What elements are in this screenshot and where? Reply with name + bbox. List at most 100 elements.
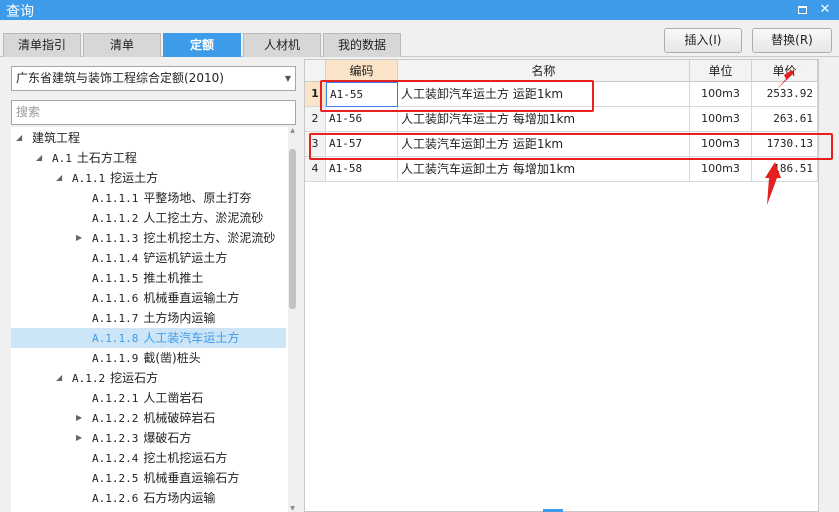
cell-unit[interactable]: 100m3 — [690, 157, 752, 182]
tree-item-text: 人工挖土方、淤泥流砂 — [143, 211, 264, 225]
tree-item[interactable]: A.1.2.6 石方场内运输 — [11, 488, 286, 508]
expanded-triangle-icon[interactable]: ◢ — [56, 368, 66, 388]
tree-item-code: A.1.1.7 — [92, 312, 139, 325]
tree-item[interactable]: ◢ A.1.1 挖运土方 — [11, 168, 286, 188]
cell-price[interactable]: 263.61 — [752, 107, 818, 132]
scroll-down-icon[interactable]: ▼ — [288, 505, 297, 512]
collapsed-triangle-icon[interactable]: ▶ — [76, 408, 86, 428]
close-icon[interactable]: ✕ — [815, 0, 835, 20]
tree-item-code: A.1.2.1 — [92, 392, 139, 405]
tab-bill[interactable]: 清单 — [83, 33, 161, 57]
tree-item-code: A.1.1.1 — [92, 192, 139, 205]
tree-item[interactable]: A.1.1.7 土方场内运输 — [11, 308, 286, 328]
tree-item-label: A.1.1.6 机械垂直运输土方 — [92, 288, 239, 309]
window-title: 查询 — [6, 4, 34, 20]
quota-tree: ◢ 建筑工程 ◢ A.1 土石方工程 ◢ A.1.1 挖运土方 A.1.1.1 平整场地、原土打夯… — [11, 127, 288, 512]
library-select-value: 广东省建筑与装饰工程综合定额(2010) — [16, 71, 224, 85]
tree-item-code: A.1.1.4 — [92, 252, 139, 265]
cell-unit[interactable]: 100m3 — [690, 82, 752, 107]
tree-item-code: A.1.2 — [72, 372, 106, 385]
tree-item-label: A.1 土石方工程 — [52, 148, 137, 169]
collapsed-triangle-icon[interactable]: ▶ — [76, 428, 86, 448]
tree-item-text: 截(凿)桩头 — [143, 351, 201, 365]
insert-button[interactable]: 插入(I) — [664, 28, 742, 53]
column-header-index — [305, 60, 326, 82]
tree-item[interactable]: A.1.1.4 铲运机铲运土方 — [11, 248, 286, 268]
chevron-down-icon[interactable]: ▼ — [285, 67, 291, 90]
replace-button[interactable]: 替换(R) — [752, 28, 832, 53]
tab-my-data[interactable]: 我的数据 — [323, 33, 401, 57]
tree-item-code: A.1.2.3 — [92, 432, 139, 445]
tree-item-text: 土石方工程 — [76, 151, 137, 165]
cell-name[interactable]: 人工装汽车运卸土方 每增加1km — [398, 157, 690, 182]
cell-price[interactable]: 186.51 — [752, 157, 818, 182]
tree-item[interactable]: ◢ A.1 土石方工程 — [11, 148, 286, 168]
tree-item-label: A.1.1.2 人工挖土方、淤泥流砂 — [92, 208, 263, 229]
tree-item-label: A.1.1.7 土方场内运输 — [92, 308, 215, 329]
column-header-code[interactable]: 编码 — [326, 60, 398, 82]
tab-bill-guide[interactable]: 清单指引 — [3, 33, 81, 57]
tree-item[interactable]: ▶ A.1.1.3 挖土机挖土方、淤泥流砂 — [11, 228, 286, 248]
tree-item-code: A.1.1.5 — [92, 272, 139, 285]
expanded-triangle-icon[interactable]: ◢ — [56, 168, 66, 188]
column-header-name[interactable]: 名称 — [398, 60, 690, 82]
tree-item-text: 建筑工程 — [32, 131, 81, 145]
tree-item[interactable]: A.1.2.5 机械垂直运输石方 — [11, 468, 286, 488]
tree-item[interactable]: A.1.1.2 人工挖土方、淤泥流砂 — [11, 208, 286, 228]
tree-item-code: A.1.1.9 — [92, 352, 139, 365]
cell-unit[interactable]: 100m3 — [690, 107, 752, 132]
annotation-box-row-1 — [320, 80, 594, 112]
tree-item[interactable]: A.1.1.6 机械垂直运输土方 — [11, 288, 286, 308]
tree-item-text: 爆破石方 — [143, 431, 192, 445]
tree-item-text: 铲运机铲运土方 — [143, 251, 228, 265]
tree-item-text: 石方场内运输 — [143, 491, 216, 505]
tree-item-label: A.1.1.3 挖土机挖土方、淤泥流砂 — [92, 228, 275, 249]
tree-item-code: A.1 — [52, 152, 72, 165]
tree-item-label: A.1.1.5 推土机推土 — [92, 268, 203, 289]
column-header-price[interactable]: 单价 — [752, 60, 818, 82]
column-header-unit[interactable]: 单位 — [690, 60, 752, 82]
expanded-triangle-icon[interactable]: ◢ — [16, 128, 26, 148]
expanded-triangle-icon[interactable]: ◢ — [36, 148, 46, 168]
tree-item-text: 挖土机挖土方、淤泥流砂 — [143, 231, 276, 245]
cell-price[interactable]: 2533.92 — [752, 82, 818, 107]
tree-item-code: A.1.1 — [72, 172, 106, 185]
collapsed-triangle-icon[interactable]: ▶ — [76, 228, 86, 248]
cell-code[interactable]: A1-58 — [326, 157, 398, 182]
tree-item-label: A.1.1.4 铲运机铲运土方 — [92, 248, 227, 269]
tree-item[interactable]: ▶ A.1.2.2 机械破碎岩石 — [11, 408, 286, 428]
tree-item[interactable]: A.1.1.1 平整场地、原土打夯 — [11, 188, 286, 208]
tree-item[interactable]: A.1.2.1 人工凿岩石 — [11, 388, 286, 408]
search-input[interactable]: 搜索 — [11, 100, 296, 125]
tree-item[interactable]: ◢ A.1.2 挖运石方 — [11, 368, 286, 388]
tree-item-label: A.1.1.8 人工装汽车运土方 — [92, 328, 239, 349]
tree-item-label: A.1.1.9 截(凿)桩头 — [92, 348, 201, 369]
row-index[interactable]: 4 — [305, 157, 326, 182]
tree-item[interactable]: A.1.1.8 人工装汽车运土方 — [11, 328, 286, 348]
tab-labor-material-machine[interactable]: 人材机 — [243, 33, 321, 57]
tree-item-text: 挖运土方 — [110, 171, 159, 185]
tree-item-label: A.1.1.1 平整场地、原土打夯 — [92, 188, 251, 209]
tree-item-code: A.1.1.3 — [92, 232, 139, 245]
tree-item[interactable]: A.1.1.9 截(凿)桩头 — [11, 348, 286, 368]
tree-item-text: 土方场内运输 — [143, 311, 216, 325]
tree-item-label: 建筑工程 — [32, 128, 80, 148]
tree-item-text: 推土机推土 — [143, 271, 204, 285]
tree-item-label: A.1.2.5 机械垂直运输石方 — [92, 468, 239, 489]
scroll-up-icon[interactable]: ▲ — [288, 127, 297, 134]
tree-item-text: 人工凿岩石 — [143, 391, 204, 405]
tree-scrollbar[interactable]: ▲ ▼ — [288, 127, 297, 512]
maximize-icon[interactable] — [792, 0, 812, 20]
tree-item-label: A.1.2.3 爆破石方 — [92, 428, 191, 449]
scrollbar-thumb[interactable] — [289, 149, 296, 309]
tab-bar: 清单指引 清单 定额 人材机 我的数据 插入(I) 替换(R) — [0, 20, 839, 57]
tree-item-text: 机械垂直运输土方 — [143, 291, 240, 305]
tab-quota[interactable]: 定额 — [163, 33, 241, 57]
tree-item[interactable]: A.1.1.5 推土机推土 — [11, 268, 286, 288]
title-bar: 查询 ✕ — [0, 0, 839, 20]
tree-item[interactable]: ▶ A.1.2.3 爆破石方 — [11, 428, 286, 448]
tree-item[interactable]: ◢ 建筑工程 — [11, 128, 286, 148]
quota-table: 编码 名称 单位 单价 1 A1-55 人工装卸汽车运土方 运距1km 100m3 25… — [304, 59, 819, 512]
library-select[interactable]: 广东省建筑与装饰工程综合定额(2010) ▼ — [11, 66, 296, 91]
tree-item[interactable]: A.1.2.4 挖土机挖运石方 — [11, 448, 286, 468]
